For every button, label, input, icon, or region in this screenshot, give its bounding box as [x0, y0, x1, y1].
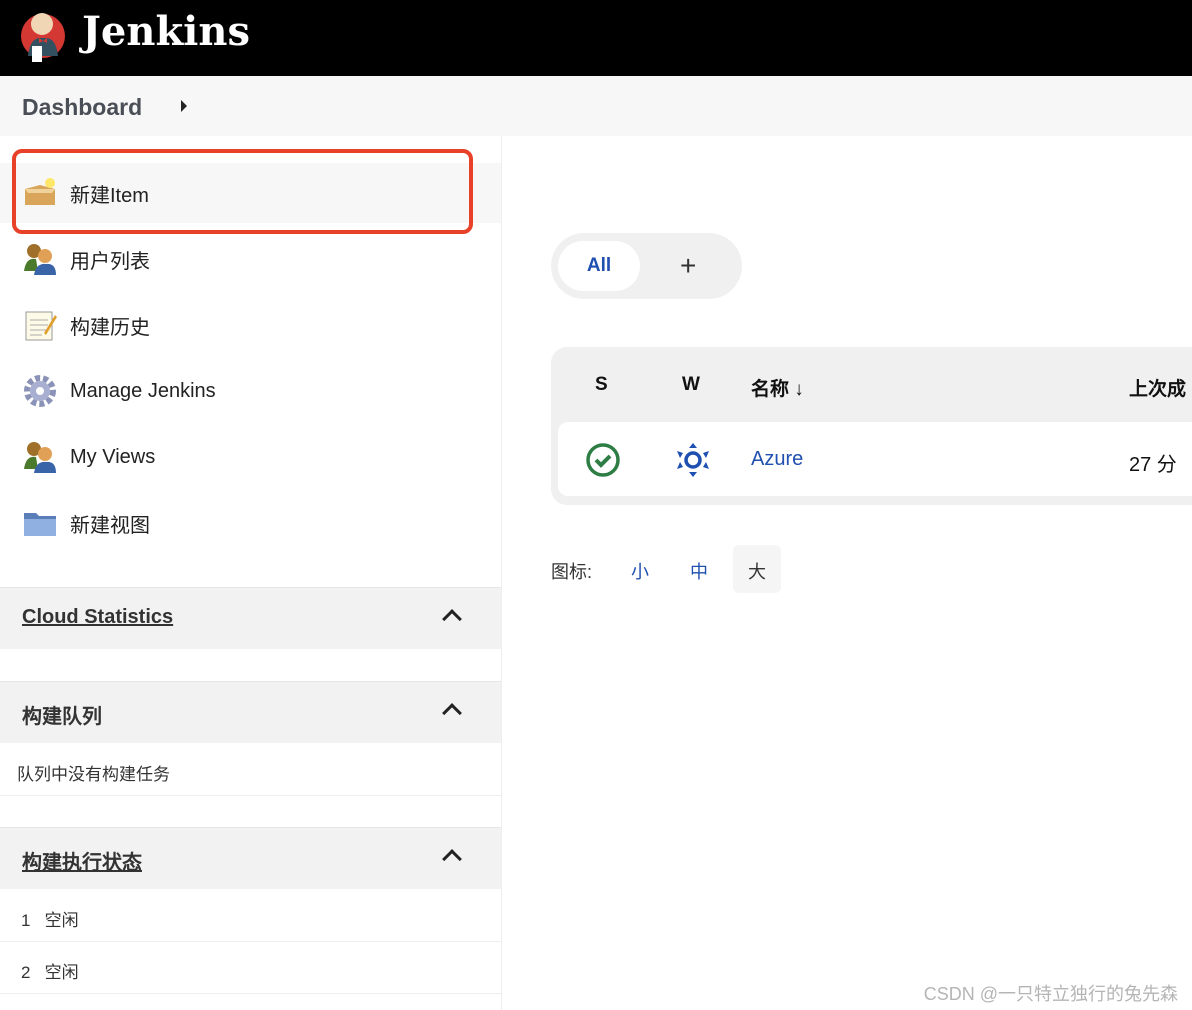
watermark: CSDN @一只特立独行的兔先森 — [923, 984, 1178, 1004]
tab-all[interactable]: All — [558, 241, 640, 291]
column-header-status[interactable]: S — [595, 374, 608, 396]
executor-num: 2 — [21, 963, 31, 982]
sidebar-item-manage-jenkins[interactable]: Manage Jenkins — [0, 361, 501, 421]
users-icon — [24, 244, 56, 275]
sidebar-item-label: 构建历史 — [70, 316, 150, 339]
build-queue-title: 构建队列 — [22, 706, 102, 728]
executor-num: 1 — [21, 911, 31, 930]
sidebar-item-label: My Views — [70, 445, 156, 468]
job-link-azure[interactable]: Azure — [751, 448, 803, 471]
highlight-annotation — [12, 149, 473, 234]
job-last-success: 27 分 — [1129, 454, 1177, 476]
column-header-name[interactable]: 名称 ↓ — [751, 374, 804, 401]
icon-size-label: 图标: — [551, 562, 593, 582]
executors-title[interactable]: 构建执行状态 — [22, 846, 142, 875]
icon-size-medium[interactable]: 中 — [690, 558, 708, 584]
executor-row: 1 空闲 — [0, 890, 501, 942]
column-header-last-success[interactable]: 上次成 — [1129, 374, 1186, 401]
jenkins-brand[interactable]: Jenkins — [82, 8, 250, 55]
icon-size-large[interactable]: 大 — [748, 558, 766, 584]
executors-header[interactable]: 构建执行状态 — [0, 827, 501, 889]
chevron-up-icon[interactable] — [442, 849, 462, 869]
folder-icon — [24, 513, 56, 536]
success-check-icon — [586, 443, 620, 477]
column-header-weather[interactable]: W — [682, 374, 700, 396]
icon-size-small[interactable]: 小 — [631, 558, 649, 584]
table-row — [558, 422, 1192, 496]
cloud-statistics-title[interactable]: Cloud Statistics — [22, 606, 173, 629]
cloud-statistics-header[interactable]: Cloud Statistics — [0, 587, 501, 649]
executor-status: 空闲 — [44, 963, 79, 982]
sidebar-item-my-views[interactable]: My Views — [0, 427, 501, 487]
sidebar-item-label: Manage Jenkins — [70, 379, 216, 402]
chevron-up-icon[interactable] — [442, 609, 462, 629]
jenkins-logo-icon[interactable] — [20, 6, 66, 64]
breadcrumb-dashboard[interactable]: Dashboard — [22, 94, 142, 121]
build-queue-empty: 队列中没有构建任务 — [0, 744, 501, 796]
sidebar-item-label: 新建视图 — [70, 514, 150, 537]
sidebar-item-users[interactable]: 用户列表 — [0, 229, 501, 289]
sidebar-item-new-view[interactable]: 新建视图 — [0, 493, 501, 553]
add-view-button[interactable]: + — [680, 250, 696, 282]
sidebar-item-build-history[interactable]: 构建历史 — [0, 295, 501, 355]
executor-status: 空闲 — [44, 911, 79, 930]
notepad-icon — [25, 311, 57, 341]
users-icon — [24, 442, 56, 473]
breadcrumb-arrow-icon[interactable] — [181, 100, 187, 112]
top-header: Jenkins — [0, 0, 1192, 76]
weather-sunny-icon — [677, 443, 709, 477]
breadcrumb-bar: Dashboard — [0, 76, 1192, 136]
executor-row: 2 空闲 — [0, 942, 501, 994]
gear-icon — [24, 375, 56, 407]
build-queue-header[interactable]: 构建队列 — [0, 681, 501, 743]
sidebar-item-label: 用户列表 — [70, 250, 150, 273]
chevron-up-icon[interactable] — [442, 703, 462, 723]
